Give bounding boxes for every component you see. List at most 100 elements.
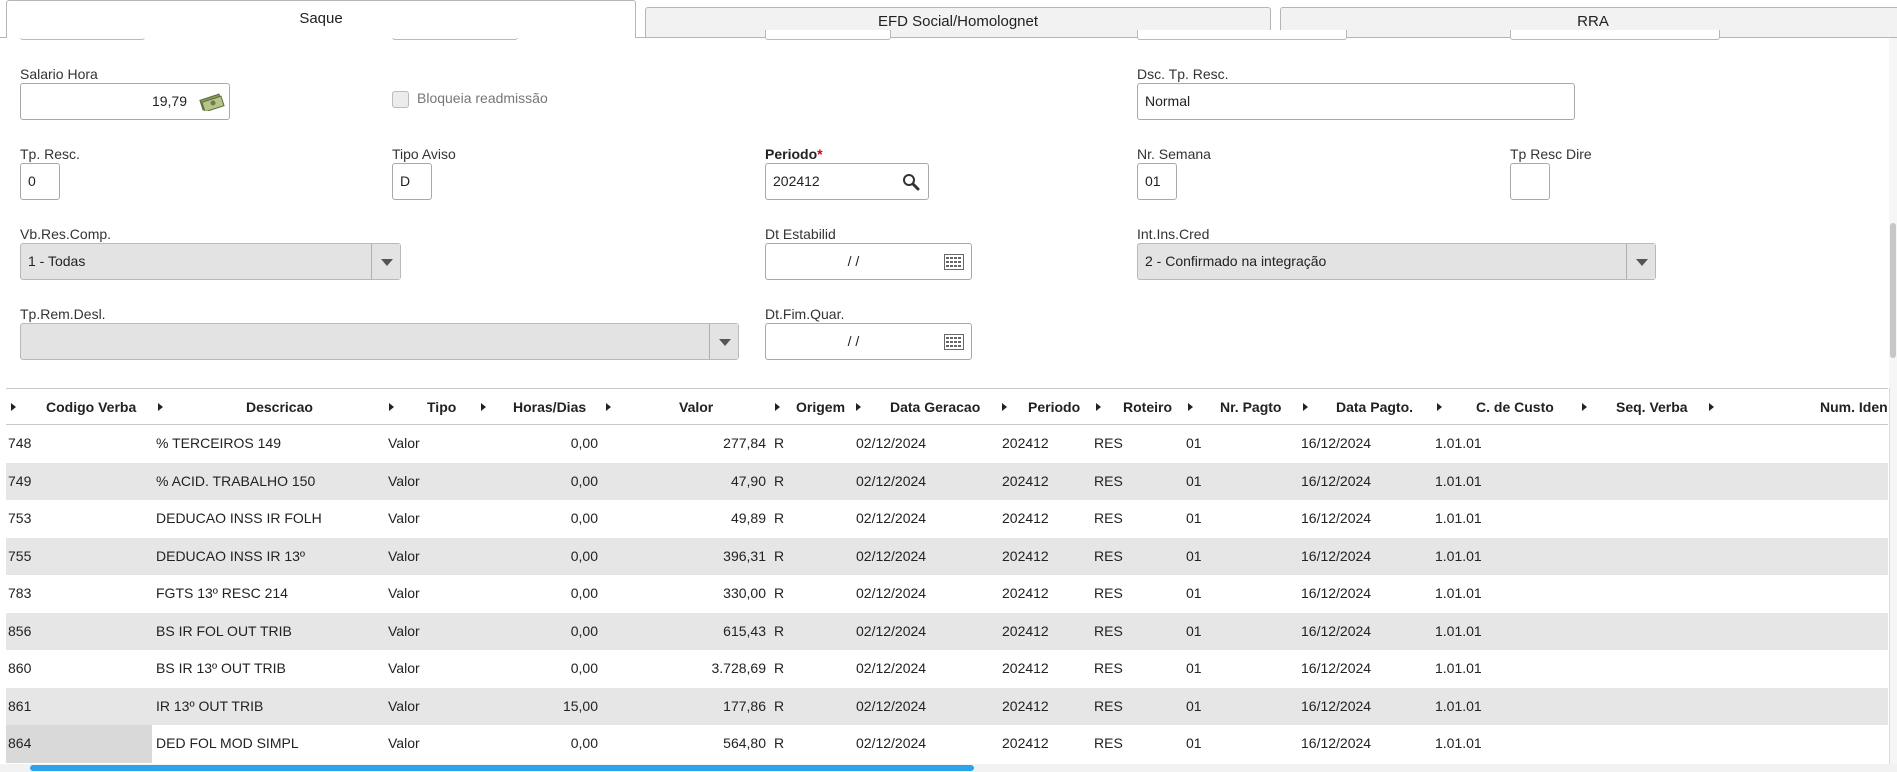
cell-tipo[interactable]: Valor xyxy=(388,688,478,726)
cell-c-de-custo[interactable]: 1.01.01 xyxy=(1435,425,1555,463)
cell-descricao[interactable]: DEDUCAO INSS IR 13º xyxy=(156,538,386,576)
cell-codigo-verba[interactable]: 861 xyxy=(8,688,108,726)
col-c-de-custo[interactable]: C. de Custo xyxy=(1476,389,1554,425)
cell-valor[interactable]: 49,89 xyxy=(616,500,766,538)
periodo-input[interactable]: 202412 xyxy=(765,163,929,200)
cell-codigo-verba[interactable]: 864 xyxy=(8,725,108,763)
col-seq-verba[interactable]: Seq. Verba xyxy=(1616,389,1688,425)
cell-valor[interactable]: 564,80 xyxy=(616,725,766,763)
column-arrow-icon[interactable] xyxy=(481,403,486,411)
cell-data-pagto[interactable]: 16/12/2024 xyxy=(1301,425,1421,463)
cell-c-de-custo[interactable]: 1.01.01 xyxy=(1435,575,1555,613)
cell-origem[interactable]: R xyxy=(774,500,814,538)
cell-tipo[interactable]: Valor xyxy=(388,463,478,501)
grid-vertical-scrollbar[interactable] xyxy=(1889,388,1897,764)
cell-periodo[interactable]: 202412 xyxy=(1002,463,1092,501)
cell-nr-pagto[interactable]: 01 xyxy=(1186,425,1266,463)
column-arrow-icon[interactable] xyxy=(1437,403,1442,411)
cell-horas-dias[interactable]: 15,00 xyxy=(486,688,598,726)
cell-codigo-verba[interactable]: 860 xyxy=(8,650,108,688)
cell-roteiro[interactable]: RES xyxy=(1094,463,1174,501)
column-arrow-icon[interactable] xyxy=(1096,403,1101,411)
cell-origem[interactable]: R xyxy=(774,688,814,726)
cell-c-de-custo[interactable]: 1.01.01 xyxy=(1435,725,1555,763)
cell-tipo[interactable]: Valor xyxy=(388,613,478,651)
cell-codigo-verba[interactable]: 856 xyxy=(8,613,108,651)
cell-tipo[interactable]: Valor xyxy=(388,425,478,463)
cell-periodo[interactable]: 202412 xyxy=(1002,538,1092,576)
table-row[interactable]: 755 DEDUCAO INSS IR 13º Valor 0,00 396,31 R 02… xyxy=(6,537,1888,576)
form-vertical-scrollbar[interactable] xyxy=(1889,38,1897,388)
column-arrow-icon[interactable] xyxy=(1188,403,1193,411)
col-num-iden[interactable]: Num. Iden xyxy=(1820,389,1888,425)
table-row[interactable]: 861 IR 13º OUT TRIB Valor 15,00 177,86 R 02/12… xyxy=(6,687,1888,726)
cell-horas-dias[interactable]: 0,00 xyxy=(486,575,598,613)
tp-resc-input[interactable]: 0 xyxy=(20,163,60,200)
column-arrow-icon[interactable] xyxy=(856,403,861,411)
dsc-tp-resc-input[interactable]: Normal xyxy=(1137,83,1575,120)
col-data-geracao[interactable]: Data Geracao xyxy=(890,389,980,425)
table-row[interactable]: 753 DEDUCAO INSS IR FOLH Valor 0,00 49,89 R 02… xyxy=(6,500,1888,538)
cell-nr-pagto[interactable]: 01 xyxy=(1186,613,1266,651)
chevron-down-icon[interactable] xyxy=(1626,244,1655,279)
cell-roteiro[interactable]: RES xyxy=(1094,500,1174,538)
cell-valor[interactable]: 396,31 xyxy=(616,538,766,576)
column-arrow-icon[interactable] xyxy=(1709,403,1714,411)
cell-data-geracao[interactable]: 02/12/2024 xyxy=(856,538,976,576)
cell-c-de-custo[interactable]: 1.01.01 xyxy=(1435,500,1555,538)
cell-data-pagto[interactable]: 16/12/2024 xyxy=(1301,613,1421,651)
search-icon[interactable] xyxy=(902,173,920,191)
cell-codigo-verba[interactable]: 753 xyxy=(8,500,108,538)
cell-nr-pagto[interactable]: 01 xyxy=(1186,688,1266,726)
calendar-icon[interactable] xyxy=(944,334,964,350)
table-row[interactable]: 856 BS IR FOL OUT TRIB Valor 0,00 615,43 R 02/… xyxy=(6,612,1888,651)
cell-data-geracao[interactable]: 02/12/2024 xyxy=(856,613,976,651)
tab-saque[interactable]: Saque xyxy=(6,0,636,38)
cell-data-geracao[interactable]: 02/12/2024 xyxy=(856,425,976,463)
cell-tipo[interactable]: Valor xyxy=(388,575,478,613)
col-horas-dias[interactable]: Horas/Dias xyxy=(513,389,586,425)
cell-descricao[interactable]: BS IR FOL OUT TRIB xyxy=(156,613,386,651)
cell-codigo-verba[interactable]: 749 xyxy=(8,463,108,501)
cell-data-geracao[interactable]: 02/12/2024 xyxy=(856,650,976,688)
cell-nr-pagto[interactable]: 01 xyxy=(1186,463,1266,501)
col-data-pagto[interactable]: Data Pagto. xyxy=(1336,389,1413,425)
col-descricao[interactable]: Descricao xyxy=(246,389,313,425)
cell-c-de-custo[interactable]: 1.01.01 xyxy=(1435,650,1555,688)
cell-nr-pagto[interactable]: 01 xyxy=(1186,650,1266,688)
cell-data-geracao[interactable]: 02/12/2024 xyxy=(856,463,976,501)
column-arrow-icon[interactable] xyxy=(1582,403,1587,411)
cell-origem[interactable]: R xyxy=(774,650,814,688)
table-row[interactable]: 749 % ACID. TRABALHO 150 Valor 0,00 47,90 R 02… xyxy=(6,462,1888,501)
cell-c-de-custo[interactable]: 1.01.01 xyxy=(1435,613,1555,651)
cell-roteiro[interactable]: RES xyxy=(1094,538,1174,576)
col-tipo[interactable]: Tipo xyxy=(427,389,456,425)
cell-roteiro[interactable]: RES xyxy=(1094,688,1174,726)
calendar-icon[interactable] xyxy=(944,254,964,270)
int-ins-cred-select[interactable]: 2 - Confirmado na integração xyxy=(1137,243,1656,280)
chevron-down-icon[interactable] xyxy=(709,324,738,359)
cell-nr-pagto[interactable]: 01 xyxy=(1186,538,1266,576)
column-arrow-icon[interactable] xyxy=(606,403,611,411)
cell-nr-pagto[interactable]: 01 xyxy=(1186,575,1266,613)
cell-tipo[interactable]: Valor xyxy=(388,538,478,576)
scrollbar-thumb[interactable] xyxy=(1890,223,1896,358)
cell-horas-dias[interactable]: 0,00 xyxy=(486,463,598,501)
cell-periodo[interactable]: 202412 xyxy=(1002,425,1092,463)
dt-fim-quar-input[interactable]: / / xyxy=(765,323,972,360)
cell-descricao[interactable]: FGTS 13º RESC 214 xyxy=(156,575,386,613)
table-row[interactable]: 860 BS IR 13º OUT TRIB Valor 0,00 3.728,69 R 0… xyxy=(6,650,1888,688)
cell-valor[interactable]: 330,00 xyxy=(616,575,766,613)
cell-data-pagto[interactable]: 16/12/2024 xyxy=(1301,500,1421,538)
cell-c-de-custo[interactable]: 1.01.01 xyxy=(1435,688,1555,726)
column-arrow-icon[interactable] xyxy=(1303,403,1308,411)
col-origem[interactable]: Origem xyxy=(796,389,845,425)
cell-periodo[interactable]: 202412 xyxy=(1002,613,1092,651)
table-row[interactable]: 783 FGTS 13º RESC 214 Valor 0,00 330,00 R 02/1… xyxy=(6,575,1888,613)
col-valor[interactable]: Valor xyxy=(679,389,713,425)
cell-nr-pagto[interactable]: 01 xyxy=(1186,500,1266,538)
column-arrow-icon[interactable] xyxy=(389,403,394,411)
cell-periodo[interactable]: 202412 xyxy=(1002,650,1092,688)
cell-horas-dias[interactable]: 0,00 xyxy=(486,613,598,651)
cell-periodo[interactable]: 202412 xyxy=(1002,725,1092,763)
